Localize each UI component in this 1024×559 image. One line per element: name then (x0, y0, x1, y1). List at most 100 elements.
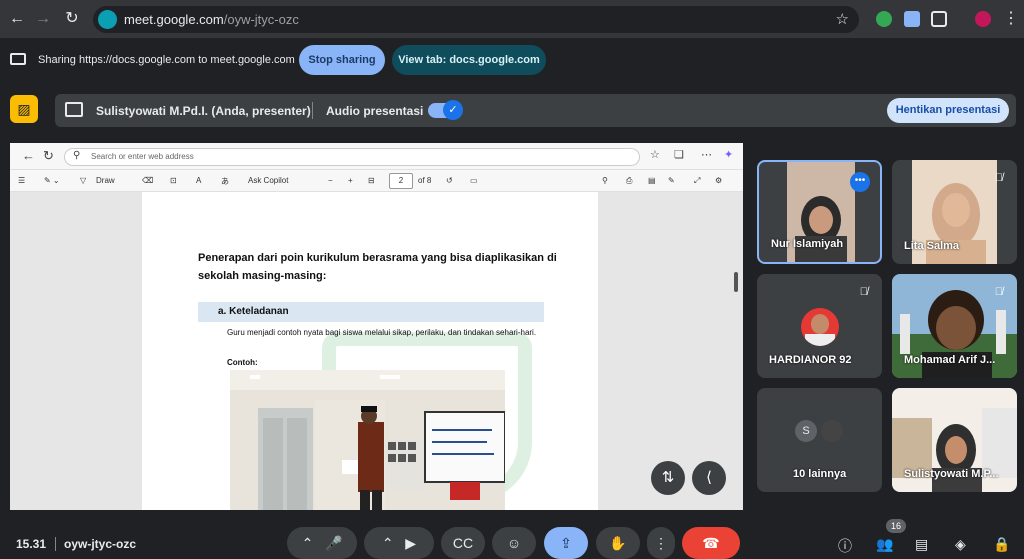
chat-icon[interactable]: ▤ (915, 536, 928, 553)
participant-tile[interactable]: 🎙̸ HARDIANOR 92 (757, 274, 882, 378)
presenter-name: Sulistyowati M.Pd.I. (Anda, presenter) (96, 104, 311, 118)
mic-off-icon: 🎙̸ (994, 286, 1003, 298)
page-total: of 8 (418, 176, 432, 185)
page-number-input[interactable]: 2 (389, 173, 413, 189)
url-text: meet.google.com/oyw-jtyc-ozc (124, 12, 299, 27)
present-screen-icon (65, 102, 83, 117)
swap-layout-button[interactable]: ⇅ (651, 461, 685, 495)
fullscreen-icon[interactable]: ⤢ (694, 176, 700, 186)
reload-icon[interactable]: ↻ (43, 148, 54, 164)
participant-tile[interactable]: 🎙̸ Mohamad Arif J... (892, 274, 1017, 378)
save-as-icon[interactable]: ✎ (668, 176, 675, 185)
audio-label: Audio presentasi (326, 104, 424, 118)
classroom-photo (230, 370, 505, 510)
copilot-icon[interactable]: ✦ (724, 148, 733, 161)
participant-tile[interactable]: ••• Nur Islamiyah (757, 160, 882, 264)
docs-extension-icon[interactable] (904, 11, 920, 27)
share-button[interactable]: ⟨ (692, 461, 726, 495)
translate-icon[interactable]: あ (221, 176, 229, 187)
people-icon[interactable]: 👥 (876, 536, 893, 553)
text-icon[interactable]: ⊡ (170, 176, 177, 185)
fit-page-icon[interactable]: ⊟ (368, 176, 375, 185)
settings-icon[interactable]: ⚙ (715, 176, 722, 185)
pdf-viewport[interactable]: Penerapan dari poin kurikulum berasrama … (10, 192, 743, 510)
save-icon[interactable]: ▤ (648, 176, 656, 185)
mic-off-icon: 🎙̸ (859, 286, 868, 298)
people-count-badge: 16 (886, 519, 906, 533)
address-bar[interactable]: meet.google.com/oyw-jtyc-ozc ☆ (93, 6, 859, 33)
doc-heading-line1: Penerapan dari poin kurikulum berasrama … (198, 252, 557, 264)
extension-eye-icon[interactable] (876, 11, 892, 27)
print-icon[interactable]: ⎙ (626, 176, 632, 186)
participant-name: Lita Salma (904, 240, 960, 252)
others-tile[interactable]: S 10 lainnya (757, 388, 882, 492)
browser-toolbar: ← → ↻ meet.google.com/oyw-jtyc-ozc ☆ ⋮ (0, 0, 1024, 38)
pdf-page: Penerapan dari poin kurikulum berasrama … (142, 192, 598, 510)
pdf-scrollbar[interactable] (734, 272, 738, 292)
meet-control-bar: 15.31 oyw-jtyc-ozc ⌃ 🎤 ⌃ ▶ CC ☺ ⇪ ✋ ⋮ ☎ … (0, 519, 1024, 559)
collections-icon[interactable]: ❏ (674, 148, 684, 161)
mic-button[interactable]: ⌃ 🎤 (287, 527, 357, 559)
back-icon[interactable]: ← (6, 8, 28, 30)
presentation-panel: Sulistyowati M.Pd.I. (Anda, presenter) A… (55, 94, 1016, 127)
stop-sharing-button[interactable]: Stop sharing (299, 45, 385, 75)
zoom-in-icon[interactable]: + (348, 176, 353, 185)
presenting-badge-icon: ▨ (10, 95, 38, 123)
avatar (819, 418, 845, 444)
present-button[interactable]: ⇪ (544, 527, 588, 559)
clock: 15.31 (16, 537, 47, 551)
mic-off-icon: 🎙̸ (994, 172, 1003, 184)
sharing-notification-bar: Sharing https://docs.google.com to meet.… (0, 38, 1024, 82)
ask-copilot-label[interactable]: Ask Copilot (248, 176, 288, 185)
participant-name: Mohamad Arif J... (904, 354, 996, 366)
zoom-out-icon[interactable]: − (328, 176, 333, 185)
divider (55, 537, 56, 551)
read-aloud-icon[interactable]: A (196, 176, 201, 185)
info-icon[interactable]: ⓘ (838, 536, 852, 556)
avatar: S (795, 420, 817, 442)
favorite-icon[interactable]: ☆ (650, 148, 660, 161)
erase-icon[interactable]: ⌫ (142, 176, 153, 185)
check-icon: ✓ (443, 100, 463, 120)
search-icon[interactable]: ⚲ (602, 176, 608, 185)
back-icon[interactable]: ← (22, 148, 35, 163)
menu-dots-icon[interactable]: ⋮ (1000, 8, 1022, 30)
pdf-toolbar: ☰ ✎ ⌄ ▽ Draw ⌫ ⊡ A あ Ask Copilot − + ⊟ 2… (10, 170, 743, 192)
more-icon[interactable]: ⋯ (701, 148, 712, 161)
draw-icon[interactable]: ▽ (80, 176, 86, 185)
captions-button[interactable]: CC (441, 527, 485, 559)
avatar (801, 308, 839, 346)
stop-presenting-button[interactable]: Hentikan presentasi (887, 98, 1009, 123)
rotate-icon[interactable]: ↺ (446, 176, 453, 185)
section-title: a. Keteladanan (218, 306, 289, 317)
sharing-text: Sharing https://docs.google.com to meet.… (38, 54, 295, 66)
participant-tile[interactable]: 🎙̸ Lita Salma (892, 160, 1017, 264)
raise-hand-button[interactable]: ✋ (596, 527, 640, 559)
divider (312, 102, 313, 119)
host-controls-icon[interactable]: 🔒 (993, 536, 1010, 553)
draw-label[interactable]: Draw (96, 176, 115, 185)
camera-button[interactable]: ⌃ ▶ (364, 527, 434, 559)
bookmark-star-icon[interactable]: ☆ (836, 10, 849, 28)
extensions-puzzle-icon[interactable] (931, 11, 947, 27)
forward-icon[interactable]: → (32, 8, 54, 30)
view-tab-button[interactable]: View tab: docs.google.com (392, 45, 546, 75)
presenter-bar: ▨ Sulistyowati M.Pd.I. (Anda, presenter)… (0, 82, 1024, 140)
reactions-button[interactable]: ☺ (492, 527, 536, 559)
more-options-button[interactable]: ⋮ (647, 527, 675, 559)
highlight-icon[interactable]: ✎ ⌄ (44, 176, 60, 185)
more-options-icon[interactable]: ••• (850, 172, 870, 192)
activities-icon[interactable]: ◈ (955, 536, 966, 553)
audio-toggle[interactable]: ✓ (428, 100, 463, 120)
contoh-label: Contoh: (227, 358, 258, 367)
others-count-label: 10 lainnya (793, 468, 847, 480)
edge-toolbar: ← ↻ ⚲ Search or enter web address ☆ ❏ ⋯ … (10, 143, 743, 170)
leave-call-button[interactable]: ☎ (682, 527, 740, 559)
reload-icon[interactable]: ↻ (61, 8, 83, 30)
page-view-icon[interactable]: ▭ (470, 176, 478, 185)
edge-address-bar[interactable]: ⚲ Search or enter web address (64, 148, 640, 166)
self-view-tile[interactable]: Sulistyowati M.P... (892, 388, 1017, 492)
contents-icon[interactable]: ☰ (18, 176, 25, 185)
address-placeholder: Search or enter web address (91, 152, 194, 161)
profile-avatar[interactable] (975, 11, 991, 27)
